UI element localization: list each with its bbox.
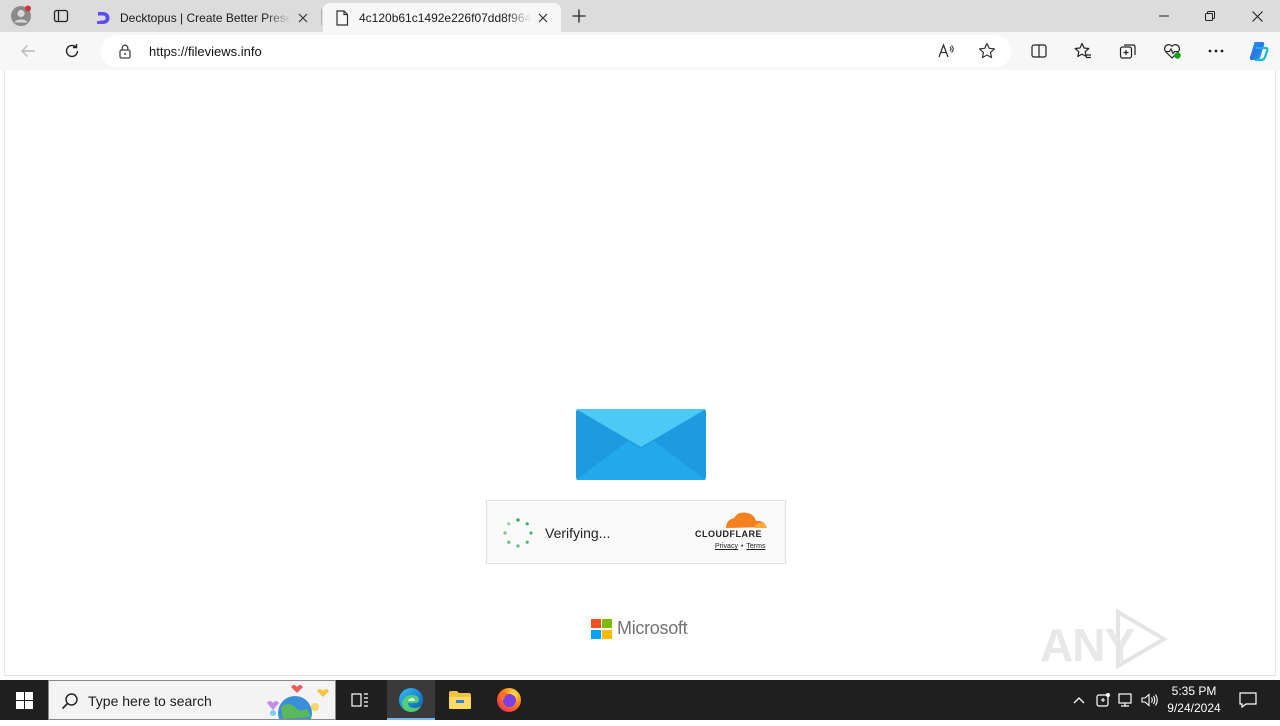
clock-date: 9/24/2024	[1167, 701, 1221, 715]
cloudflare-turnstile-widget[interactable]: Verifying... CLOUDFLARE Privacy • Terms	[486, 500, 786, 564]
chevron-up-icon	[1073, 697, 1085, 704]
task-view-button[interactable]	[336, 680, 384, 720]
volume-icon	[1141, 693, 1158, 707]
tab-title: 4c120b61c1492e226f07dd8f964f9c	[359, 10, 531, 25]
search-placeholder: Type here to search	[88, 693, 212, 709]
taskbar-firefox-button[interactable]	[485, 680, 533, 720]
more-button[interactable]	[1201, 37, 1231, 65]
tab-actions-icon	[53, 9, 69, 23]
tab-separator	[321, 9, 322, 25]
tray-meet-now-button[interactable]	[1092, 680, 1114, 720]
envelope-icon	[576, 409, 706, 480]
add-favorite-button[interactable]	[975, 41, 999, 61]
profile-icon	[11, 5, 31, 26]
search-icon	[61, 693, 78, 710]
url-host: fileviews.info	[188, 44, 262, 59]
privacy-link[interactable]: Privacy	[715, 543, 738, 550]
star-icon	[979, 42, 995, 59]
refresh-button[interactable]	[57, 37, 87, 65]
taskbar-clock[interactable]: 5:35 PM 9/24/2024	[1160, 683, 1228, 717]
tab-close-button[interactable]	[535, 10, 551, 26]
browser-essentials-button[interactable]	[1157, 37, 1187, 65]
copilot-button[interactable]	[1243, 37, 1273, 65]
heart-pulse-icon	[1163, 44, 1181, 59]
collections-button[interactable]	[1113, 37, 1143, 65]
meet-now-icon	[1096, 693, 1110, 707]
network-icon	[1118, 693, 1132, 707]
back-button[interactable]	[13, 37, 43, 65]
lock-icon[interactable]	[117, 43, 133, 59]
terms-link[interactable]: Terms	[746, 543, 765, 550]
url-scheme: https://	[149, 44, 189, 59]
restore-icon	[1205, 11, 1215, 21]
microsoft-wordmark: Microsoft	[617, 618, 688, 638]
show-hidden-icons-button[interactable]	[1068, 680, 1090, 720]
microsoft-logo: Microsoft	[591, 618, 688, 639]
collections-icon	[1119, 44, 1136, 59]
tab-title: Decktopus | Create Better Presentations	[120, 10, 291, 25]
microsoft-squares-icon	[591, 618, 612, 639]
clock-time: 5:35 PM	[1171, 684, 1217, 698]
copilot-icon	[1249, 42, 1269, 62]
taskbar-file-explorer-button[interactable]	[436, 680, 484, 720]
profile-button[interactable]	[8, 5, 34, 27]
cloudflare-wordmark: CLOUDFLARE	[695, 529, 762, 539]
split-screen-icon	[1031, 44, 1047, 58]
tab-actions-button[interactable]	[48, 5, 74, 27]
favorites-icon	[1074, 42, 1091, 59]
edge-icon	[399, 688, 423, 712]
back-arrow-icon	[21, 45, 35, 57]
read-aloud-icon	[938, 43, 954, 58]
address-bar[interactable]: https://fileviews.info	[101, 35, 1011, 67]
close-icon	[1251, 10, 1263, 22]
minimize-button[interactable]	[1141, 0, 1187, 32]
title-bar: Decktopus | Create Better Presentations …	[0, 0, 1280, 32]
firefox-icon	[497, 688, 521, 712]
link-separator: •	[740, 543, 744, 550]
web-page: Verifying... CLOUDFLARE Privacy • Terms Mi…	[4, 70, 1276, 725]
close-window-button[interactable]	[1234, 0, 1280, 32]
tab-close-button[interactable]	[295, 10, 311, 26]
windows-taskbar: Type here to search 5:35 PM 9/24/2024	[0, 680, 1280, 720]
taskbar-search-box[interactable]: Type here to search	[48, 680, 336, 720]
anyrun-watermark: ANY RUN	[1040, 608, 1240, 725]
start-button[interactable]	[0, 680, 48, 720]
close-icon	[538, 13, 548, 22]
restore-button[interactable]	[1187, 0, 1233, 32]
taskbar-edge-button[interactable]	[387, 680, 435, 720]
minimize-icon	[1159, 15, 1169, 17]
url-text[interactable]: https://fileviews.info	[149, 44, 262, 59]
folder-icon	[449, 691, 471, 709]
split-screen-button[interactable]	[1024, 37, 1054, 65]
tray-network-button[interactable]	[1115, 680, 1137, 720]
tab-decktopus[interactable]: Decktopus | Create Better Presentations	[84, 3, 321, 32]
cloudflare-links: Privacy • Terms	[715, 543, 765, 550]
tray-volume-button[interactable]	[1139, 680, 1161, 720]
more-icon	[1208, 49, 1224, 53]
decktopus-favicon-icon	[94, 9, 112, 27]
verifying-status: Verifying...	[545, 525, 611, 541]
windows-logo-icon	[15, 691, 33, 709]
read-aloud-button[interactable]	[935, 41, 959, 61]
close-icon	[298, 13, 308, 22]
play-icon	[1116, 608, 1168, 670]
new-tab-button[interactable]	[566, 4, 592, 28]
refresh-icon	[65, 44, 79, 58]
task-view-icon	[351, 693, 368, 707]
notification-icon	[1239, 692, 1257, 708]
browser-toolbar: https://fileviews.info	[0, 32, 1280, 70]
page-favicon-icon	[333, 9, 351, 27]
favorites-button[interactable]	[1068, 37, 1098, 65]
notification-center-button[interactable]	[1236, 680, 1260, 720]
tab-active[interactable]: 4c120b61c1492e226f07dd8f964f9c	[323, 3, 561, 32]
search-highlight-globe-icon	[267, 685, 329, 719]
plus-icon	[572, 9, 586, 23]
loading-spinner-icon	[503, 518, 533, 548]
